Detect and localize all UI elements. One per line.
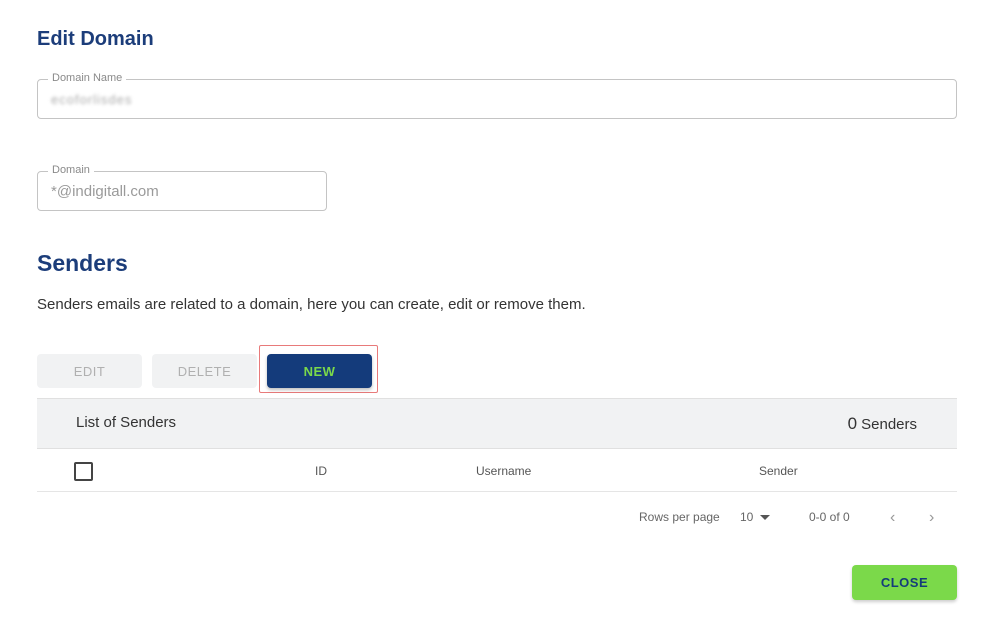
chevron-right-icon[interactable]: ›: [929, 510, 934, 526]
new-button[interactable]: NEW: [267, 354, 372, 388]
senders-title: Senders: [37, 250, 128, 276]
rows-per-page-label: Rows per page: [639, 510, 720, 524]
column-header-username[interactable]: Username: [476, 464, 531, 478]
domain-value: *@indigitall.com: [51, 183, 159, 200]
column-header-sender[interactable]: Sender: [759, 464, 798, 478]
domain-name-field[interactable]: Domain Name ecoforlisdes: [37, 72, 957, 119]
delete-button[interactable]: DELETE: [152, 354, 257, 388]
chevron-left-icon[interactable]: ‹: [890, 510, 895, 526]
domain-label: Domain: [48, 164, 94, 176]
senders-description: Senders emails are related to a domain, …: [37, 296, 586, 313]
pagination-range: 0-0 of 0: [809, 510, 850, 524]
select-all-checkbox[interactable]: [74, 462, 93, 481]
edit-button[interactable]: EDIT: [37, 354, 142, 388]
column-header-id[interactable]: ID: [315, 464, 327, 478]
senders-table-header: ID Username Sender: [37, 450, 957, 492]
rows-per-page-select[interactable]: 10: [740, 510, 753, 524]
page-title: Edit Domain: [37, 28, 154, 50]
caret-down-icon[interactable]: [760, 515, 770, 520]
close-button[interactable]: CLOSE: [852, 565, 957, 600]
senders-count: 0 Senders: [848, 414, 917, 434]
senders-count-number: 0: [847, 414, 858, 433]
domain-field[interactable]: Domain *@indigitall.com: [37, 164, 327, 211]
senders-count-suffix: Senders: [861, 416, 917, 433]
senders-list-label: List of Senders: [76, 414, 177, 431]
domain-name-label: Domain Name: [48, 72, 127, 84]
senders-list-header: List of Senders 0 Senders: [37, 398, 957, 449]
domain-name-value: ecoforlisdes: [51, 92, 133, 107]
